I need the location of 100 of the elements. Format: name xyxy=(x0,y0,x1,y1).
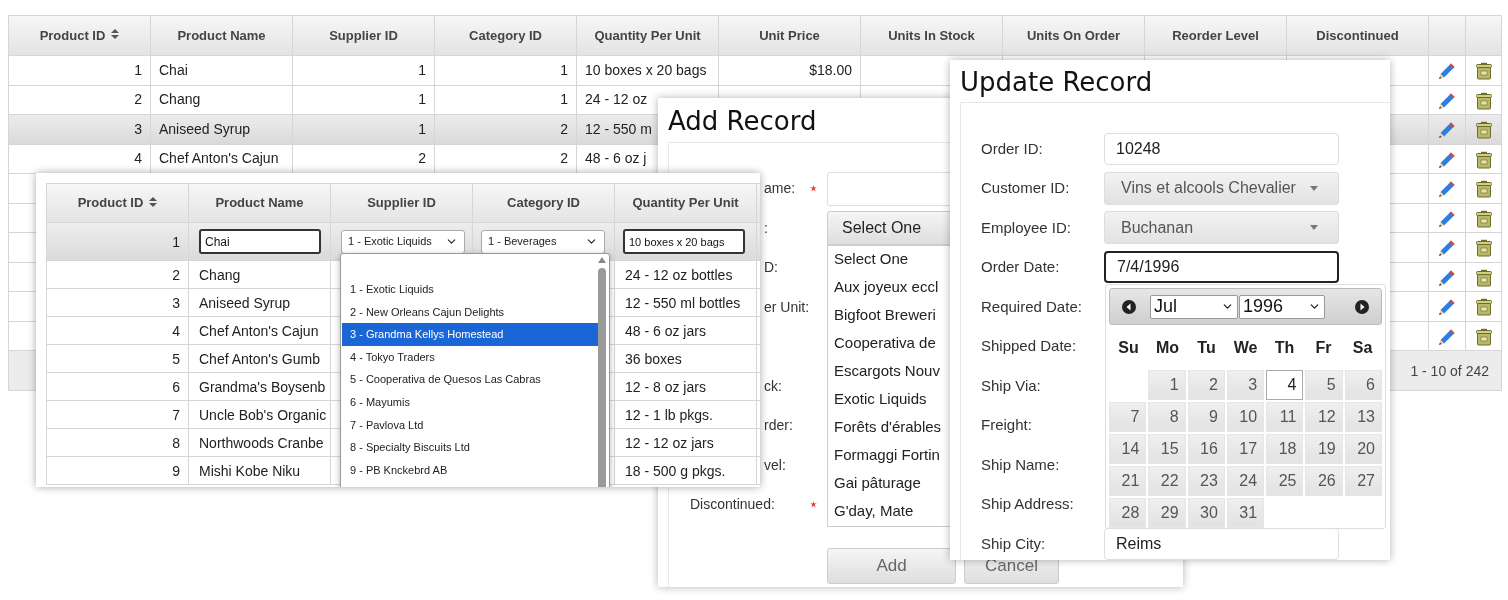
dialog-button[interactable]: Add xyxy=(827,547,956,584)
trash-icon[interactable] xyxy=(1474,239,1493,257)
day-cell[interactable]: 2 xyxy=(1187,370,1225,400)
scrollbar[interactable] xyxy=(597,256,607,487)
column-header[interactable]: Units In Stock xyxy=(860,15,1003,56)
day-cell[interactable]: 3 xyxy=(1226,370,1265,400)
pencil-icon[interactable] xyxy=(1438,91,1456,110)
pencil-icon[interactable] xyxy=(1438,180,1456,198)
supplier-select[interactable]: 1 - Exotic Liquids xyxy=(341,229,465,254)
field-label: Ship Via: xyxy=(981,375,1042,396)
dropdown-option[interactable]: 1 - Exotic Liquids xyxy=(342,278,598,301)
column-header[interactable]: Product ID xyxy=(46,183,189,223)
day-cell[interactable]: 20 xyxy=(1344,434,1382,464)
day-cell[interactable]: 9 xyxy=(1187,402,1225,432)
column-header[interactable]: Product Name xyxy=(150,15,293,56)
column-header[interactable]: Units On Order xyxy=(1002,15,1145,56)
day-cell[interactable]: 19 xyxy=(1305,434,1343,464)
pencil-icon[interactable] xyxy=(1438,327,1456,346)
day-cell[interactable]: 18 xyxy=(1266,434,1304,464)
dropdown-option[interactable]: 8 - Specialty Biscuits Ltd xyxy=(342,436,598,459)
trash-icon[interactable] xyxy=(1474,327,1493,346)
dropdown-option[interactable]: 6 - Mayumis xyxy=(342,390,598,414)
field-label: ame: xyxy=(764,179,796,199)
pencil-icon[interactable] xyxy=(1438,209,1456,228)
day-cell[interactable]: 10 xyxy=(1226,402,1265,432)
quantity-input[interactable]: 10 boxes x 20 bags xyxy=(623,229,745,255)
column-header[interactable]: Supplier ID xyxy=(292,15,435,56)
pencil-icon[interactable] xyxy=(1438,268,1456,287)
day-cell[interactable]: 13 xyxy=(1344,402,1382,432)
trash-icon[interactable] xyxy=(1474,268,1493,287)
pencil-icon[interactable] xyxy=(1438,150,1456,169)
table-cell: Chef Anton's Gumb xyxy=(199,350,320,367)
pencil-icon[interactable] xyxy=(1438,121,1456,139)
scroll-up-icon[interactable] xyxy=(597,256,607,264)
trash-icon[interactable] xyxy=(1474,150,1493,169)
table-cell: 24 - 12 oz bottles xyxy=(625,266,733,283)
column-header[interactable]: Category ID xyxy=(472,183,615,223)
day-cell[interactable]: 14 xyxy=(1109,434,1147,464)
column-header[interactable]: Reorder Level xyxy=(1144,15,1287,56)
day-cell[interactable]: 29 xyxy=(1148,498,1186,528)
dropdown-option[interactable]: 5 - Cooperativa de Quesos Las Cabras xyxy=(342,368,598,391)
table-cell: 8 xyxy=(172,434,180,451)
day-cell[interactable]: 25 xyxy=(1266,466,1304,496)
name-input[interactable]: Chai xyxy=(199,229,321,255)
table-cell: 6 xyxy=(172,378,180,395)
trash-icon[interactable] xyxy=(1474,298,1493,316)
text-input[interactable]: 10248 xyxy=(1104,132,1339,165)
table-cell: 1 xyxy=(560,91,568,108)
select-field[interactable]: Buchanan xyxy=(1104,211,1339,245)
day-cell[interactable]: 17 xyxy=(1226,434,1265,464)
day-cell[interactable]: 31 xyxy=(1226,498,1265,528)
category-select[interactable]: 1 - Beverages xyxy=(481,229,605,254)
dropdown-option[interactable]: 9 - PB Knckebrd AB xyxy=(342,458,598,482)
select-field[interactable]: Vins et alcools Chevalier xyxy=(1104,171,1339,205)
trash-icon[interactable] xyxy=(1474,121,1493,139)
dropdown-option[interactable]: 7 - Pavlova Ltd xyxy=(342,413,598,437)
trash-icon[interactable] xyxy=(1474,62,1493,80)
day-cell[interactable]: 26 xyxy=(1305,466,1343,496)
next-icon[interactable] xyxy=(1355,299,1369,314)
day-cell[interactable]: 28 xyxy=(1109,498,1147,528)
pencil-icon[interactable] xyxy=(1438,239,1456,257)
day-cell[interactable]: 30 xyxy=(1187,498,1225,528)
day-cell[interactable]: 4 xyxy=(1266,370,1304,400)
day-cell[interactable]: 11 xyxy=(1266,402,1304,432)
table-cell: Grandma's Boysenb xyxy=(199,378,326,395)
trash-icon[interactable] xyxy=(1474,91,1493,110)
day-cell[interactable]: 27 xyxy=(1344,466,1382,496)
day-cell[interactable]: 12 xyxy=(1305,402,1343,432)
year-select[interactable]: 1996 xyxy=(1239,294,1325,319)
previous-icon[interactable] xyxy=(1122,299,1136,314)
column-header[interactable]: Quantity Per Unit xyxy=(614,183,757,223)
dropdown-option[interactable]: 3 - Grandma Kellys Homestead xyxy=(342,323,598,346)
day-cell[interactable]: 5 xyxy=(1305,370,1343,400)
dropdown-option[interactable]: 4 - Tokyo Traders xyxy=(342,345,598,369)
trash-icon[interactable] xyxy=(1474,180,1493,198)
day-cell[interactable]: 23 xyxy=(1187,466,1225,496)
scroll-thumb[interactable] xyxy=(598,268,606,487)
day-cell[interactable]: 6 xyxy=(1344,370,1382,400)
day-cell[interactable]: 16 xyxy=(1187,434,1225,464)
column-header[interactable]: Product Name xyxy=(188,183,331,223)
table-cell: 1 xyxy=(134,61,142,78)
column-header[interactable]: Product ID xyxy=(8,15,151,56)
column-header[interactable]: Category ID xyxy=(434,15,577,56)
column-header[interactable]: Quantity Per Unit xyxy=(576,15,719,56)
day-cell[interactable]: 24 xyxy=(1226,466,1265,496)
day-cell[interactable]: 7 xyxy=(1109,402,1147,432)
column-header[interactable]: Unit Price xyxy=(718,15,861,56)
day-cell[interactable]: 22 xyxy=(1148,466,1186,496)
pencil-icon[interactable] xyxy=(1438,62,1456,80)
month-select[interactable]: Jul xyxy=(1150,294,1238,319)
trash-icon[interactable] xyxy=(1474,209,1493,228)
day-cell[interactable]: 1 xyxy=(1148,370,1186,400)
day-cell[interactable]: 21 xyxy=(1109,466,1147,496)
day-cell[interactable]: 15 xyxy=(1148,434,1186,464)
column-header[interactable]: Discontinued xyxy=(1286,15,1429,56)
date-input[interactable]: 7/4/1996 xyxy=(1104,251,1339,284)
column-header[interactable]: Supplier ID xyxy=(330,183,473,223)
text-input[interactable]: Reims xyxy=(1104,527,1339,560)
day-cell[interactable]: 8 xyxy=(1148,402,1186,432)
pencil-icon[interactable] xyxy=(1438,298,1456,316)
